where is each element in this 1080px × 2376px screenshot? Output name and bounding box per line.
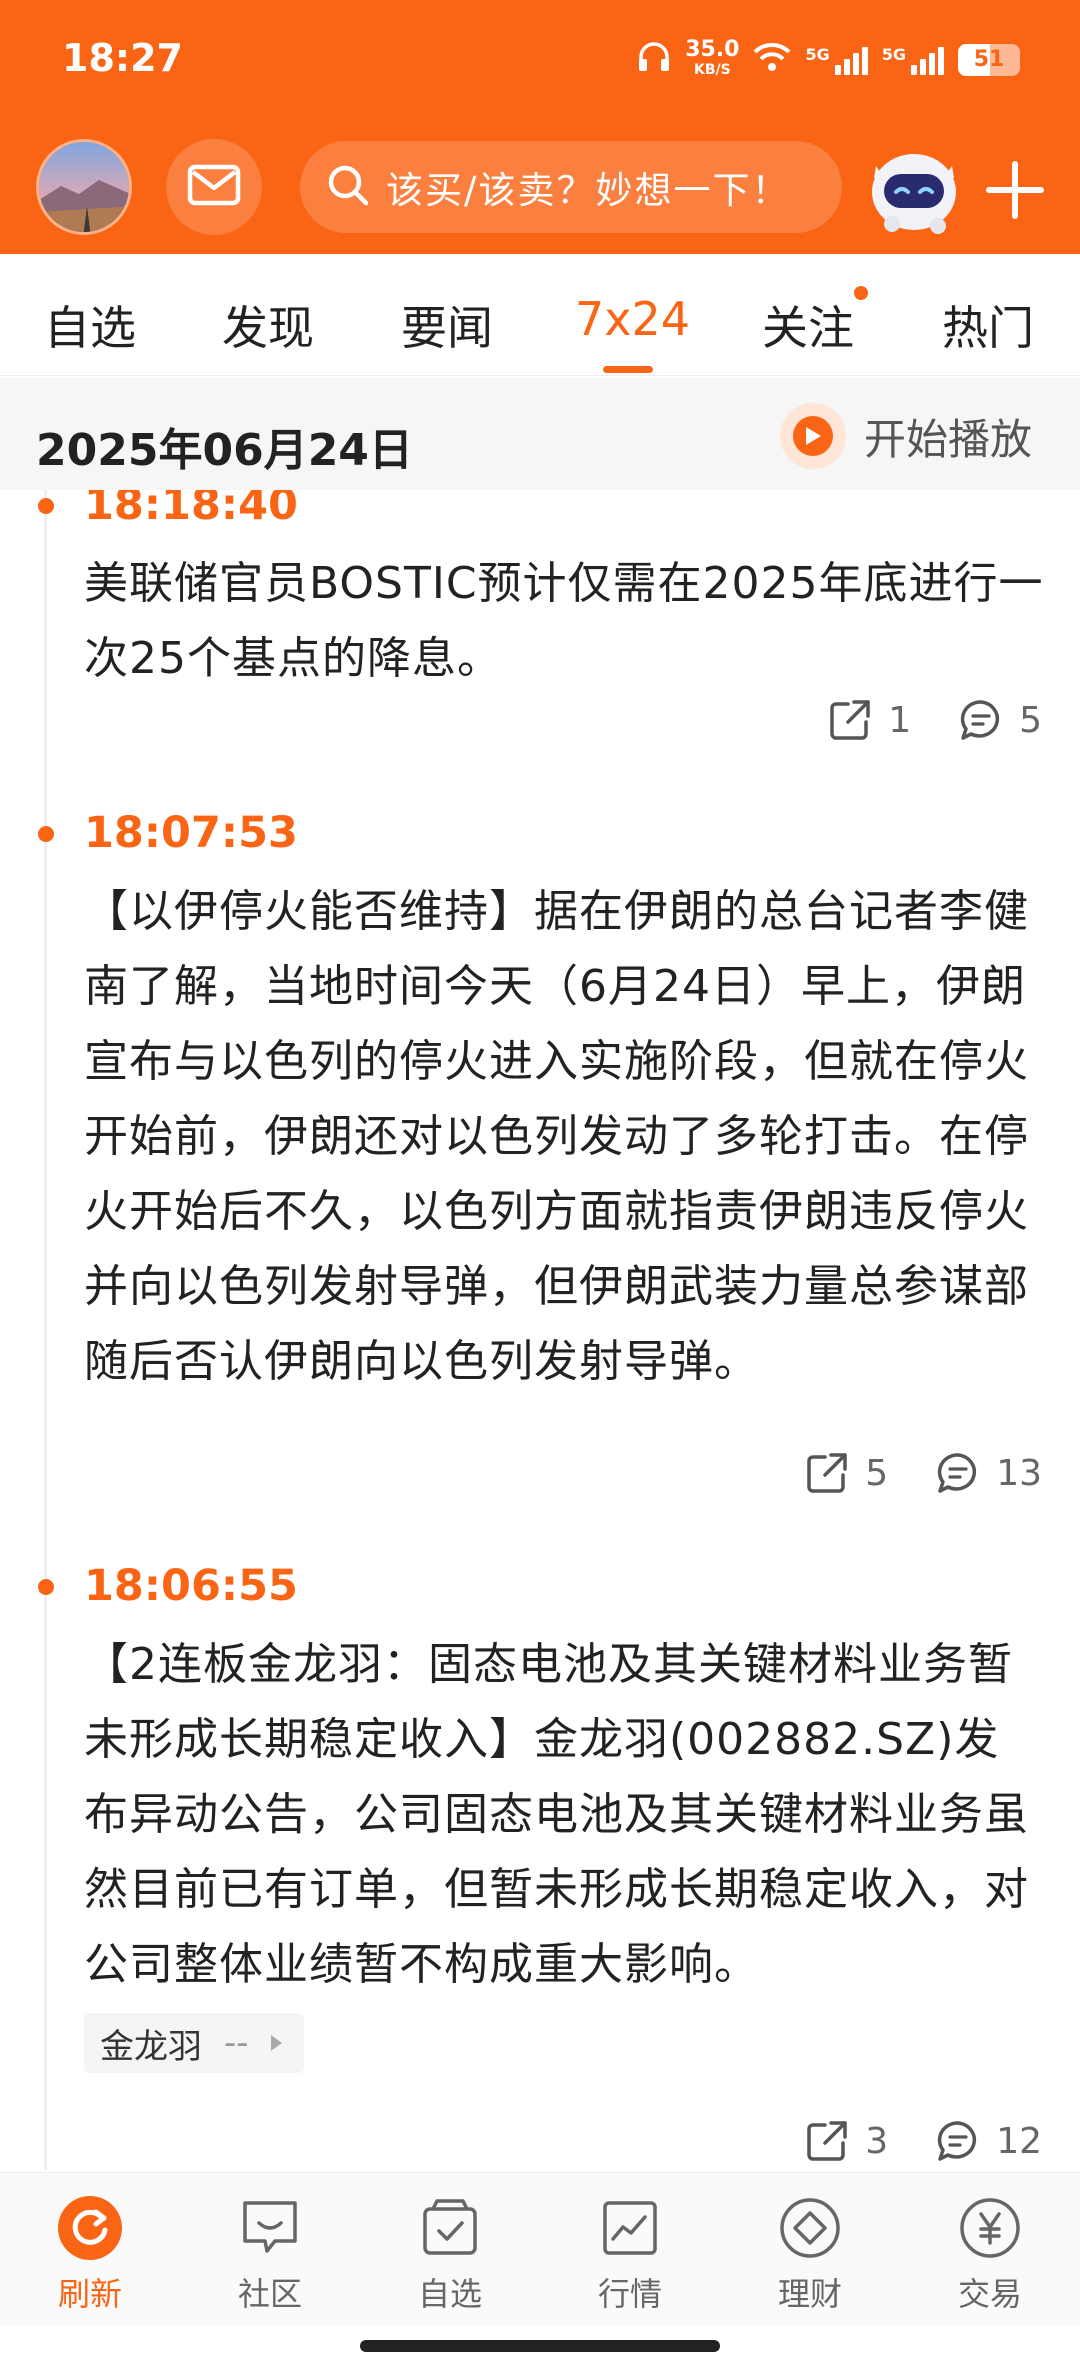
comment-button[interactable]: 13 xyxy=(936,1451,1042,1495)
refresh-icon xyxy=(55,2193,125,2263)
timeline-dot xyxy=(38,498,54,514)
community-icon xyxy=(235,2193,305,2263)
news-time: 18:18:40 xyxy=(84,490,298,530)
nav-watchlist[interactable]: 自选 xyxy=(360,2193,540,2315)
stock-tag[interactable]: 金龙羽 -- xyxy=(84,2013,304,2073)
comment-count: 12 xyxy=(996,2120,1042,2162)
notification-dot xyxy=(854,286,868,300)
mail-icon xyxy=(187,164,241,210)
timeline-dot xyxy=(38,1579,54,1595)
comment-icon xyxy=(938,1453,977,1493)
news-text: 【以伊停火能否维持】据在伊朗的总台记者李健南了解，当地时间今天（6月24日）早上… xyxy=(84,886,1029,1387)
nav-community[interactable]: 社区 xyxy=(180,2193,360,2315)
comment-icon xyxy=(960,700,1000,740)
net-speed: 35.0 KB/S xyxy=(685,37,740,79)
nav-label: 社区 xyxy=(237,2275,302,2313)
status-bar: 18:27 35.0 KB/S 5G 5G 51 xyxy=(0,0,1080,120)
start-play-button[interactable]: 开始播放 xyxy=(780,403,1032,469)
headphones-icon xyxy=(637,41,671,79)
robot-assistant-icon[interactable] xyxy=(862,136,966,240)
comment-count: 13 xyxy=(996,1452,1042,1494)
tab-7x24[interactable]: 7x24 xyxy=(575,292,690,346)
nav-wealth[interactable]: 理财 xyxy=(720,2193,900,2315)
comment-button[interactable]: 5 xyxy=(959,698,1042,742)
status-time: 18:27 xyxy=(62,36,183,80)
search-icon xyxy=(326,163,370,211)
news-time: 18:07:53 xyxy=(84,808,298,858)
search-bar[interactable]: 该买/该卖？妙想一下！ xyxy=(300,141,842,233)
timeline-dot xyxy=(38,826,54,842)
chevron-right-icon xyxy=(270,2035,282,2051)
tab-bar: 自选 发现 要闻 7x24 关注 热门 xyxy=(0,254,1080,376)
nav-label: 行情 xyxy=(597,2275,662,2313)
news-actions: 3 12 xyxy=(805,2119,1042,2163)
bottom-nav: 刷新 社区 自选 行情 理财 交易 xyxy=(0,2172,1080,2326)
share-count: 1 xyxy=(888,699,912,741)
stock-tag-name: 金龙羽 xyxy=(100,2026,202,2067)
nav-label: 自选 xyxy=(417,2275,482,2313)
active-tab-indicator xyxy=(603,366,653,373)
share-button[interactable]: 3 xyxy=(805,2119,888,2163)
nav-trade[interactable]: 交易 xyxy=(900,2193,1080,2315)
comment-button[interactable]: 12 xyxy=(936,2119,1042,2163)
signal-5g-2-icon: 5G xyxy=(882,45,944,75)
tab-faxian[interactable]: 发现 xyxy=(222,292,314,358)
comment-count: 5 xyxy=(1019,699,1042,741)
share-count: 5 xyxy=(865,1452,889,1494)
status-icons: 35.0 KB/S 5G 5G 51 xyxy=(637,37,1020,80)
news-text: 美联储官员BOSTIC预计仅需在2025年底进行一次25个基点的降息。 xyxy=(84,558,1044,684)
wealth-diamond-icon xyxy=(775,2193,845,2263)
share-icon xyxy=(830,700,870,740)
home-indicator[interactable] xyxy=(360,2340,720,2352)
search-placeholder: 该买/该卖？妙想一下！ xyxy=(386,169,791,212)
news-actions: 5 13 xyxy=(805,1451,1042,1495)
avatar[interactable] xyxy=(36,139,132,235)
plus-icon xyxy=(985,161,1045,224)
market-chart-icon xyxy=(595,2193,665,2263)
tab-yaowen[interactable]: 要闻 xyxy=(401,292,493,358)
wifi-icon xyxy=(753,42,791,78)
date-bar: 2025年06月24日 开始播放 xyxy=(0,378,1080,490)
comment-icon xyxy=(938,2121,977,2161)
share-icon xyxy=(807,2121,848,2161)
yen-trade-icon xyxy=(955,2193,1025,2263)
mail-button[interactable] xyxy=(166,139,262,235)
share-button[interactable]: 1 xyxy=(828,698,911,742)
news-text: 【2连板金龙羽：固态电池及其关键材料业务暂未形成长期稳定收入】金龙羽(00288… xyxy=(84,1639,1029,1990)
share-count: 3 xyxy=(865,2120,889,2162)
news-feed[interactable]: 18:18:40 美联储官员BOSTIC预计仅需在2025年底进行一次25个基点… xyxy=(0,490,1080,2170)
share-icon xyxy=(807,1453,848,1493)
start-play-label: 开始播放 xyxy=(864,414,1033,464)
nav-market[interactable]: 行情 xyxy=(540,2193,720,2315)
watchlist-icon xyxy=(415,2193,485,2263)
nav-label: 交易 xyxy=(957,2275,1022,2313)
top-header: 18:27 35.0 KB/S 5G 5G 51 该买/该卖？妙想一下！ xyxy=(0,0,1080,254)
plus-button[interactable] xyxy=(985,160,1045,220)
battery-icon: 51 xyxy=(958,44,1020,76)
nav-refresh[interactable]: 刷新 xyxy=(0,2193,180,2315)
nav-label: 理财 xyxy=(777,2275,842,2313)
tab-remen[interactable]: 热门 xyxy=(942,292,1034,358)
feed-date: 2025年06月24日 xyxy=(36,425,413,476)
news-actions: 1 5 xyxy=(828,698,1042,742)
share-button[interactable]: 5 xyxy=(805,1451,888,1495)
signal-5g-1-icon: 5G xyxy=(805,45,868,75)
stock-tag-value: -- xyxy=(224,2023,249,2063)
play-icon xyxy=(780,403,846,469)
tab-guanzhu[interactable]: 关注 xyxy=(762,286,868,358)
timeline-line xyxy=(44,490,47,2170)
nav-label: 刷新 xyxy=(57,2275,122,2313)
news-time: 18:06:55 xyxy=(84,1561,298,1611)
tab-zixuan[interactable]: 自选 xyxy=(44,292,136,358)
